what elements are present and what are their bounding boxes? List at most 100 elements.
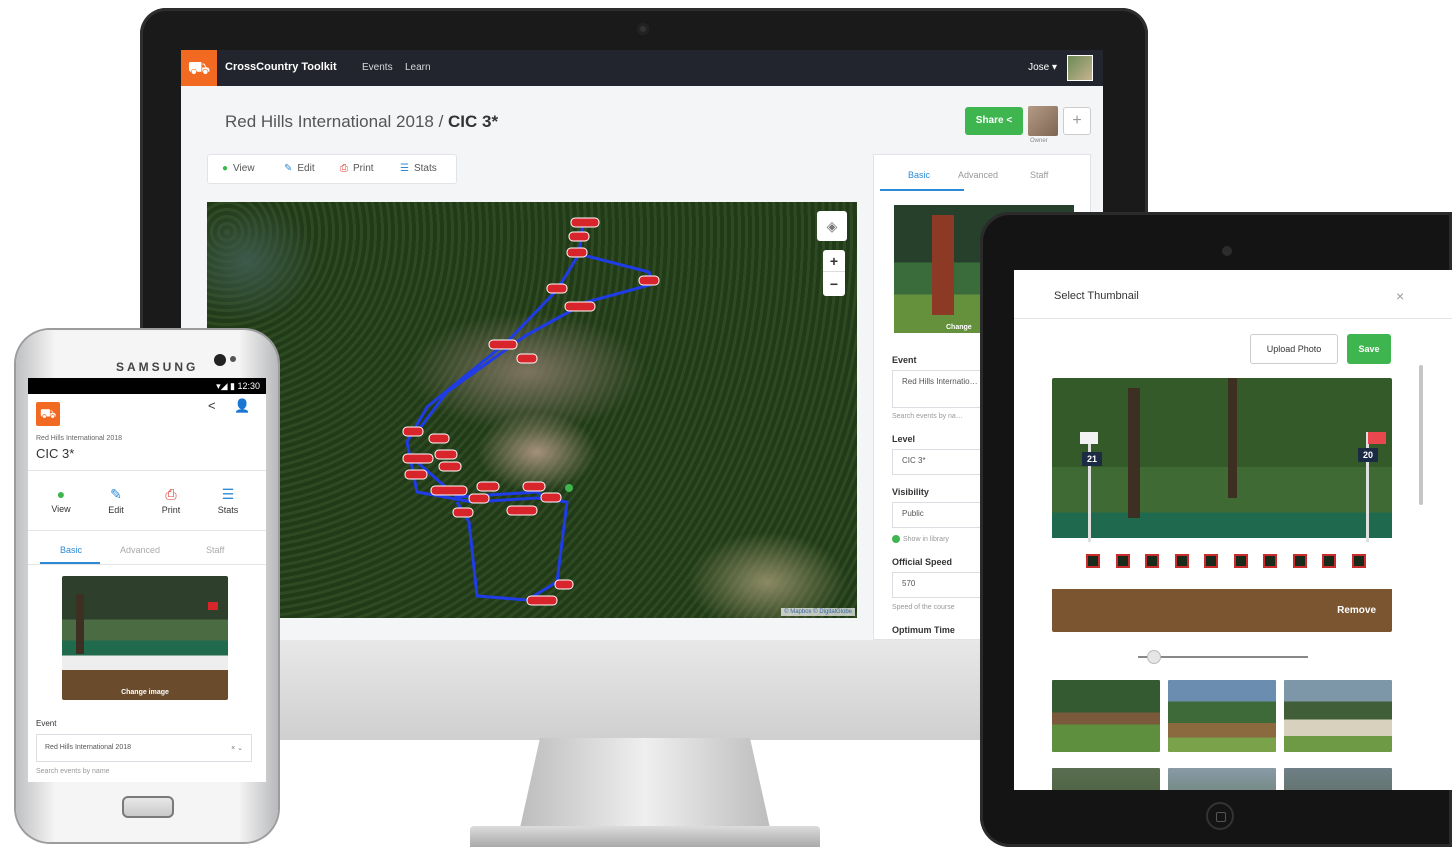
- printer-icon: ⎙: [340, 163, 348, 174]
- nav-events[interactable]: Events: [362, 62, 393, 73]
- modal-scrollbar[interactable]: [1419, 365, 1423, 505]
- speed-help: Speed of the course: [892, 604, 955, 611]
- eye-icon: ●: [56, 486, 66, 502]
- edit-button[interactable]: ✎ Edit: [284, 163, 315, 174]
- visibility-label: Visibility: [892, 487, 929, 497]
- edit-icon: ✎: [110, 486, 122, 502]
- tab-basic[interactable]: Basic: [908, 170, 930, 180]
- change-image-button[interactable]: Change image: [62, 689, 228, 696]
- tab-basic[interactable]: Basic: [60, 545, 82, 555]
- tab-staff[interactable]: Staff: [206, 545, 224, 555]
- phone-stats-button[interactable]: ☰ Stats: [203, 486, 253, 515]
- share-icon[interactable]: <: [208, 398, 216, 413]
- event-label: Event: [892, 355, 917, 365]
- show-in-library-checkbox[interactable]: Show in library: [892, 535, 949, 543]
- thumbnail-option[interactable]: [1284, 680, 1392, 752]
- phone-brand: SAMSUNG: [116, 360, 199, 374]
- share-button[interactable]: Share <: [965, 107, 1023, 135]
- close-icon[interactable]: ×: [1396, 288, 1404, 304]
- nav-learn[interactable]: Learn: [405, 62, 431, 73]
- layers-icon: ◈: [826, 218, 838, 234]
- tablet-home-button[interactable]: [1206, 802, 1234, 830]
- cart-logo-icon[interactable]: ⛟: [36, 402, 60, 426]
- title-event: Red Hills International 2018 /: [225, 112, 449, 131]
- show-in-library-label: Show in library: [903, 535, 949, 543]
- thumbnail-option[interactable]: [1284, 768, 1392, 790]
- phone-event-name: Red Hills International 2018: [36, 435, 122, 442]
- edit-icon: ✎: [284, 163, 293, 174]
- phone-event-label: Event: [36, 719, 57, 728]
- chimney-shape: [932, 215, 954, 315]
- map-attribution[interactable]: © Mapbox © DigitalGlobe: [781, 608, 855, 616]
- level-label: Level: [892, 434, 916, 444]
- route-line: [405, 221, 655, 602]
- view-label: View: [233, 163, 255, 174]
- selected-thumbnail-photo: 21 20 Remove: [1052, 378, 1392, 632]
- cart-logo-icon[interactable]: ⛟: [181, 50, 217, 86]
- save-button[interactable]: Save: [1347, 334, 1391, 364]
- zoom-in-button[interactable]: +: [823, 250, 845, 272]
- course-route: [402, 217, 660, 606]
- phone-frame: SAMSUNG ▾◢ ▮ 12:30 ⛟ < 👤 Red Hills Inter…: [16, 330, 278, 842]
- thumbnail-option[interactable]: [1052, 768, 1160, 790]
- zoom-slider-handle[interactable]: [1146, 650, 1161, 664]
- remove-photo-button[interactable]: Remove: [1337, 605, 1376, 616]
- add-user-icon[interactable]: 👤: [234, 398, 250, 414]
- tab-advanced[interactable]: Advanced: [958, 170, 998, 180]
- satellite-map[interactable]: ◈ + − © Mapbox © DigitalGlobe: [207, 202, 857, 618]
- print-label: Print: [161, 505, 181, 515]
- owner-label: Owner: [1030, 138, 1048, 144]
- tree-shape: [1228, 378, 1237, 498]
- page-title: Red Hills International 2018 / CIC 3*: [225, 112, 498, 132]
- brand-name[interactable]: CrossCountry Toolkit: [225, 61, 337, 73]
- phone-sensor: [230, 356, 236, 362]
- red-flag-shape: [1368, 432, 1386, 444]
- phone-screen: ▾◢ ▮ 12:30 ⛟ < 👤 Red Hills International…: [28, 378, 266, 782]
- map-layers-button[interactable]: ◈: [817, 211, 847, 241]
- zoom-slider-track[interactable]: [1138, 656, 1308, 658]
- print-button[interactable]: ⎙ Print: [340, 163, 374, 174]
- add-collaborator-button[interactable]: +: [1063, 107, 1091, 135]
- zoom-out-button[interactable]: −: [823, 273, 845, 295]
- phone-event-help: Search events by name: [36, 768, 110, 775]
- phone-event-select[interactable]: Red Hills International 2018 × ⌄: [36, 734, 252, 762]
- fence-flag-pole: [1088, 432, 1091, 542]
- tree-shape: [1128, 388, 1140, 518]
- edit-label: Edit: [108, 505, 124, 515]
- fence-markers: [402, 217, 660, 606]
- select-clear-chevron-icon[interactable]: × ⌄: [231, 744, 243, 752]
- upload-photo-button[interactable]: Upload Photo: [1250, 334, 1338, 364]
- view-label: View: [51, 504, 71, 514]
- stats-button[interactable]: ☰ Stats: [400, 163, 437, 174]
- tablet-screen: Select Thumbnail × Upload Photo Save 21 …: [1014, 270, 1452, 790]
- phone-course-thumbnail[interactable]: Change image: [62, 576, 228, 700]
- active-tab-indicator: [880, 189, 964, 191]
- phone-home-button[interactable]: [122, 796, 174, 818]
- view-button[interactable]: ● View: [222, 163, 255, 174]
- tab-staff[interactable]: Staff: [1030, 170, 1048, 180]
- check-icon: [892, 535, 900, 543]
- event-select-value: Red Hills International 2018: [45, 744, 131, 751]
- eye-icon: ●: [222, 163, 229, 174]
- monitor-stand: [520, 738, 770, 828]
- change-image-label[interactable]: Change: [946, 324, 972, 331]
- event-help: Search events by na…: [892, 413, 963, 420]
- thumbnail-option[interactable]: [1168, 680, 1276, 752]
- phone-view-button[interactable]: ● View: [36, 486, 86, 514]
- phone-print-button[interactable]: ⎙ Print: [146, 486, 196, 515]
- phone-level: CIC 3*: [36, 446, 75, 461]
- user-avatar[interactable]: [1067, 55, 1093, 81]
- owner-avatar[interactable]: [1028, 106, 1058, 136]
- title-level: CIC 3*: [448, 112, 499, 131]
- user-menu[interactable]: Jose ▾: [1028, 62, 1057, 73]
- thumbnail-option[interactable]: [1168, 768, 1276, 790]
- status-bar: ▾◢ ▮ 12:30: [28, 378, 266, 394]
- share-label: Share: [975, 115, 1004, 126]
- tab-advanced[interactable]: Advanced: [120, 545, 160, 555]
- phone-edit-button[interactable]: ✎ Edit: [91, 486, 141, 515]
- white-flag-shape: [1080, 432, 1098, 444]
- thumbnail-option[interactable]: [1052, 680, 1160, 752]
- monitor-foot: [470, 826, 820, 847]
- desktop-screen: ⛟ CrossCountry Toolkit Events Learn Jose…: [181, 50, 1103, 640]
- tablet-camera: [1222, 246, 1232, 256]
